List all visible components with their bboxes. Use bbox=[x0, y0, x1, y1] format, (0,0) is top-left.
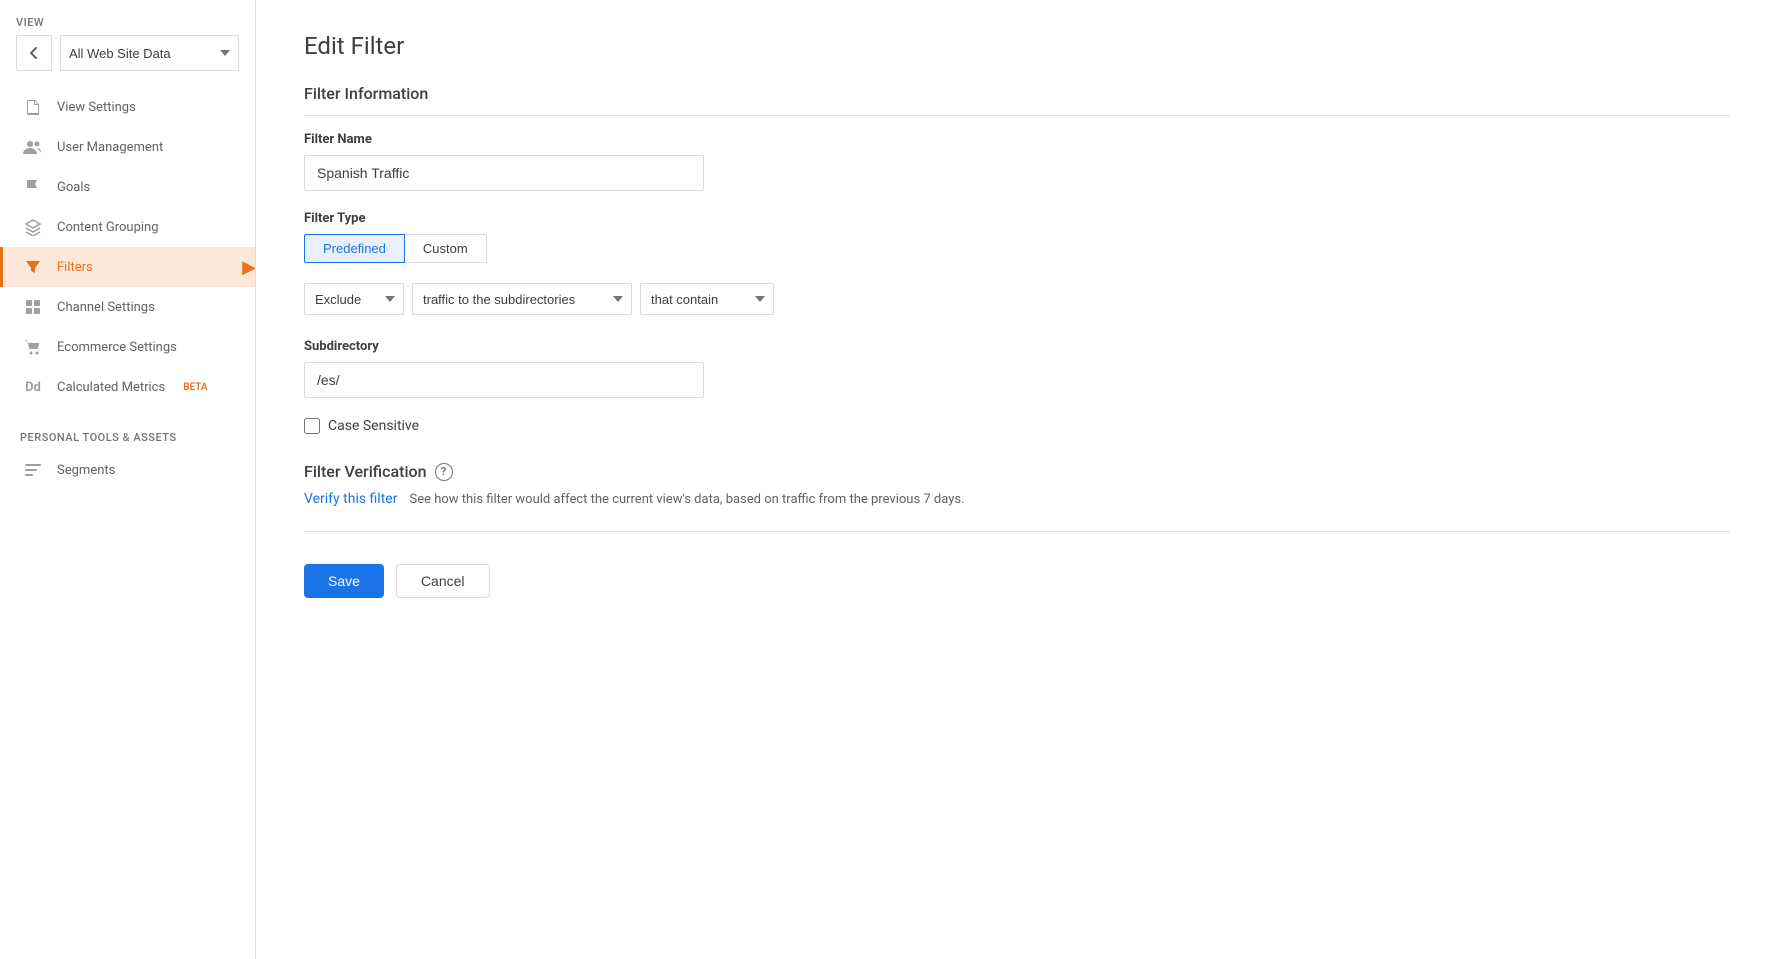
case-sensitive-checkbox[interactable] bbox=[304, 418, 320, 434]
sidebar-item-ecommerce[interactable]: Ecommerce Settings bbox=[0, 327, 255, 367]
exclude-select[interactable]: Exclude Include bbox=[304, 283, 404, 315]
predefined-button[interactable]: Predefined bbox=[304, 234, 405, 263]
sidebar-item-label: Channel Settings bbox=[57, 300, 155, 315]
case-sensitive-row: Case Sensitive bbox=[304, 418, 1730, 434]
users-icon bbox=[23, 137, 43, 157]
back-button[interactable] bbox=[16, 35, 52, 71]
beta-badge: BETA bbox=[183, 382, 207, 393]
view-section: VIEW All Web Site Data bbox=[0, 0, 255, 79]
subdirectory-input[interactable] bbox=[304, 362, 704, 398]
sidebar-item-user-management[interactable]: User Management bbox=[0, 127, 255, 167]
sidebar-item-view-settings[interactable]: View Settings bbox=[0, 87, 255, 127]
sidebar-item-label: User Management bbox=[57, 140, 163, 155]
sidebar-nav: View Settings User Management Goals Cont… bbox=[0, 87, 255, 407]
filter-type-buttons: Predefined Custom bbox=[304, 234, 1730, 263]
filter-information-heading: Filter Information bbox=[304, 84, 1730, 116]
sidebar-item-label: Calculated Metrics bbox=[57, 380, 165, 395]
verify-filter-link[interactable]: Verify this filter bbox=[304, 491, 397, 507]
traffic-select[interactable]: traffic to the subdirectories traffic fr… bbox=[412, 283, 632, 315]
cart-icon bbox=[23, 337, 43, 357]
filter-verification-section: Filter Verification ? Verify this filter… bbox=[304, 462, 1730, 532]
view-select-wrapper: All Web Site Data bbox=[16, 35, 239, 71]
sidebar-item-filters[interactable]: Filters ▶ bbox=[0, 247, 255, 287]
verify-description: See how this filter would affect the cur… bbox=[409, 492, 964, 507]
sidebar-item-content-grouping[interactable]: Content Grouping bbox=[0, 207, 255, 247]
back-arrow-icon bbox=[26, 45, 42, 61]
action-buttons: Save Cancel bbox=[304, 564, 1730, 598]
sidebar: VIEW All Web Site Data View Settings bbox=[0, 0, 256, 959]
case-sensitive-label: Case Sensitive bbox=[328, 418, 419, 434]
custom-button[interactable]: Custom bbox=[405, 234, 487, 263]
flag-icon bbox=[23, 177, 43, 197]
sidebar-item-label: Ecommerce Settings bbox=[57, 340, 177, 355]
filter-name-label: Filter Name bbox=[304, 132, 1730, 147]
sidebar-item-label: Filters bbox=[57, 260, 93, 275]
personal-tools-heading: PERSONAL TOOLS & ASSETS bbox=[0, 415, 255, 450]
view-select[interactable]: All Web Site Data bbox=[60, 35, 239, 71]
sidebar-item-calculated-metrics[interactable]: Dd Calculated Metrics BETA bbox=[0, 367, 255, 407]
sidebar-item-segments[interactable]: Segments bbox=[0, 450, 255, 490]
filter-row: Exclude Include traffic to the subdirect… bbox=[304, 283, 1730, 315]
verification-row: Verify this filter See how this filter w… bbox=[304, 491, 1730, 507]
sidebar-item-label: Segments bbox=[57, 463, 115, 478]
filter-type-group: Filter Type Predefined Custom bbox=[304, 211, 1730, 263]
sidebar-item-channel-settings[interactable]: Channel Settings bbox=[0, 287, 255, 327]
file-icon bbox=[23, 97, 43, 117]
save-button[interactable]: Save bbox=[304, 564, 384, 598]
channel-icon bbox=[23, 297, 43, 317]
subdirectory-group: Subdirectory bbox=[304, 339, 1730, 398]
contain-select[interactable]: that contain that are equal to that begi… bbox=[640, 283, 774, 315]
main-content: Edit Filter Filter Information Filter Na… bbox=[256, 0, 1778, 959]
subdirectory-label: Subdirectory bbox=[304, 339, 1730, 354]
filter-type-label: Filter Type bbox=[304, 211, 1730, 226]
sidebar-item-label: Goals bbox=[57, 180, 90, 195]
sidebar-item-label: View Settings bbox=[57, 100, 136, 115]
active-arrow-icon: ▶ bbox=[242, 257, 256, 278]
cancel-button[interactable]: Cancel bbox=[396, 564, 490, 598]
help-icon[interactable]: ? bbox=[435, 463, 453, 481]
page-title: Edit Filter bbox=[304, 32, 1730, 60]
segments-icon bbox=[23, 460, 43, 480]
filter-name-group: Filter Name bbox=[304, 132, 1730, 191]
filter-icon bbox=[23, 257, 43, 277]
filter-name-input[interactable] bbox=[304, 155, 704, 191]
view-label: VIEW bbox=[16, 16, 239, 29]
sidebar-item-goals[interactable]: Goals bbox=[0, 167, 255, 207]
personal-tools-nav: Segments bbox=[0, 450, 255, 490]
sidebar-item-label: Content Grouping bbox=[57, 220, 159, 235]
verification-heading: Filter Verification ? bbox=[304, 462, 1730, 481]
dd-icon: Dd bbox=[23, 377, 43, 397]
hierarchy-icon bbox=[23, 217, 43, 237]
